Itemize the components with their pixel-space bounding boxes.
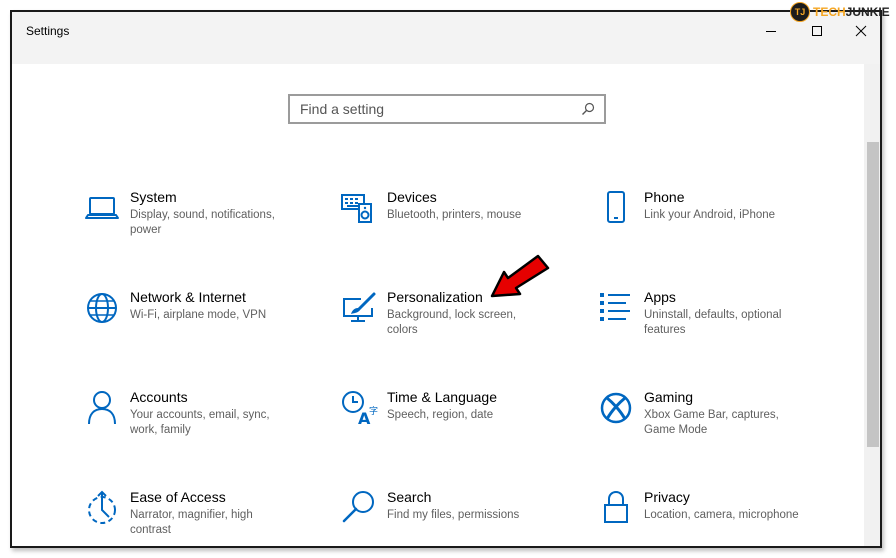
search-icon[interactable]: [581, 102, 595, 116]
category-search[interactable]: Search Find my files, permissions: [339, 488, 569, 528]
category-description: Narrator, magnifier, high contrast: [130, 509, 253, 536]
category-devices[interactable]: Devices Bluetooth, printers, mouse: [339, 188, 569, 228]
category-ease-of-access[interactable]: Ease of Access Narrator, magnifier, high…: [82, 488, 312, 538]
category-time-language[interactable]: A 字 Time & Language Speech, region, date: [339, 388, 569, 428]
category-description: Your accounts, email, sync, work, family: [130, 409, 270, 436]
red-arrow-annotation-icon: [490, 254, 550, 298]
techjunkie-watermark: TJ TECH JUNKIE: [790, 2, 890, 22]
laptop-icon: [85, 197, 119, 219]
category-apps[interactable]: Apps Uninstall, defaults, optional featu…: [596, 288, 826, 338]
category-name: Ease of Access: [130, 489, 226, 505]
phone-icon: [607, 191, 625, 223]
title-bar: Settings: [12, 12, 880, 64]
minimize-icon: [766, 31, 776, 32]
category-name: Phone: [644, 189, 685, 205]
category-phone[interactable]: Phone Link your Android, iPhone: [596, 188, 826, 228]
category-accounts[interactable]: Accounts Your accounts, email, sync, wor…: [82, 388, 312, 438]
close-icon: [855, 25, 867, 37]
ease-of-access-icon: [88, 490, 116, 524]
category-description: Location, camera, microphone: [644, 509, 799, 521]
category-name: Time & Language: [387, 389, 497, 405]
category-name: Accounts: [130, 389, 188, 405]
techjunkie-logo-icon: TJ: [790, 2, 810, 22]
category-name: Search: [387, 489, 432, 505]
category-network-internet[interactable]: Network & Internet Wi-Fi, airplane mode,…: [82, 288, 312, 328]
category-name: System: [130, 189, 177, 205]
category-description: Uninstall, defaults, optional features: [644, 309, 782, 336]
category-privacy[interactable]: Privacy Location, camera, microphone: [596, 488, 826, 528]
category-name: Gaming: [644, 389, 694, 405]
search-box[interactable]: [288, 94, 606, 124]
category-description: Display, sound, notifications, power: [130, 209, 275, 236]
category-description: Link your Android, iPhone: [644, 209, 776, 221]
category-description: Find my files, permissions: [387, 509, 520, 521]
keyboard-speaker-icon: [341, 194, 372, 223]
category-description: Speech, region, date: [387, 409, 494, 421]
lock-icon: [604, 490, 628, 523]
svg-text:字: 字: [369, 405, 378, 417]
minimize-button[interactable]: [751, 18, 791, 44]
category-gaming[interactable]: Gaming Xbox Game Bar, captures, Game Mod…: [596, 388, 826, 438]
apps-list-icon: [600, 293, 630, 321]
person-icon: [88, 391, 116, 425]
vertical-scrollbar[interactable]: [864, 64, 880, 546]
window-title: Settings: [26, 24, 70, 38]
time-language-icon: A 字: [342, 391, 378, 428]
category-description: Wi-Fi, airplane mode, VPN: [130, 309, 267, 321]
category-name: Network & Internet: [130, 289, 246, 305]
category-description: Xbox Game Bar, captures, Game Mode: [644, 409, 779, 436]
paintbrush-monitor-icon: [343, 292, 376, 322]
watermark-junkie: JUNKIE: [845, 5, 890, 19]
category-name: Devices: [387, 189, 437, 205]
category-system[interactable]: System Display, sound, notifications, po…: [82, 188, 312, 238]
scrollbar-thumb[interactable]: [867, 142, 879, 447]
magnifier-icon: [342, 491, 374, 523]
category-description: Bluetooth, printers, mouse: [387, 209, 522, 221]
globe-icon: [87, 293, 117, 323]
xbox-icon: [600, 392, 632, 424]
category-name: Privacy: [644, 489, 690, 505]
search-input[interactable]: [300, 101, 560, 117]
category-name: Apps: [644, 289, 676, 305]
settings-home: System Display, sound, notifications, po…: [12, 64, 864, 546]
maximize-icon: [812, 26, 822, 36]
category-description: Background, lock screen, colors: [387, 309, 517, 336]
watermark-tech: TECH: [813, 5, 846, 19]
settings-window: Settings System Display, so: [10, 10, 882, 548]
